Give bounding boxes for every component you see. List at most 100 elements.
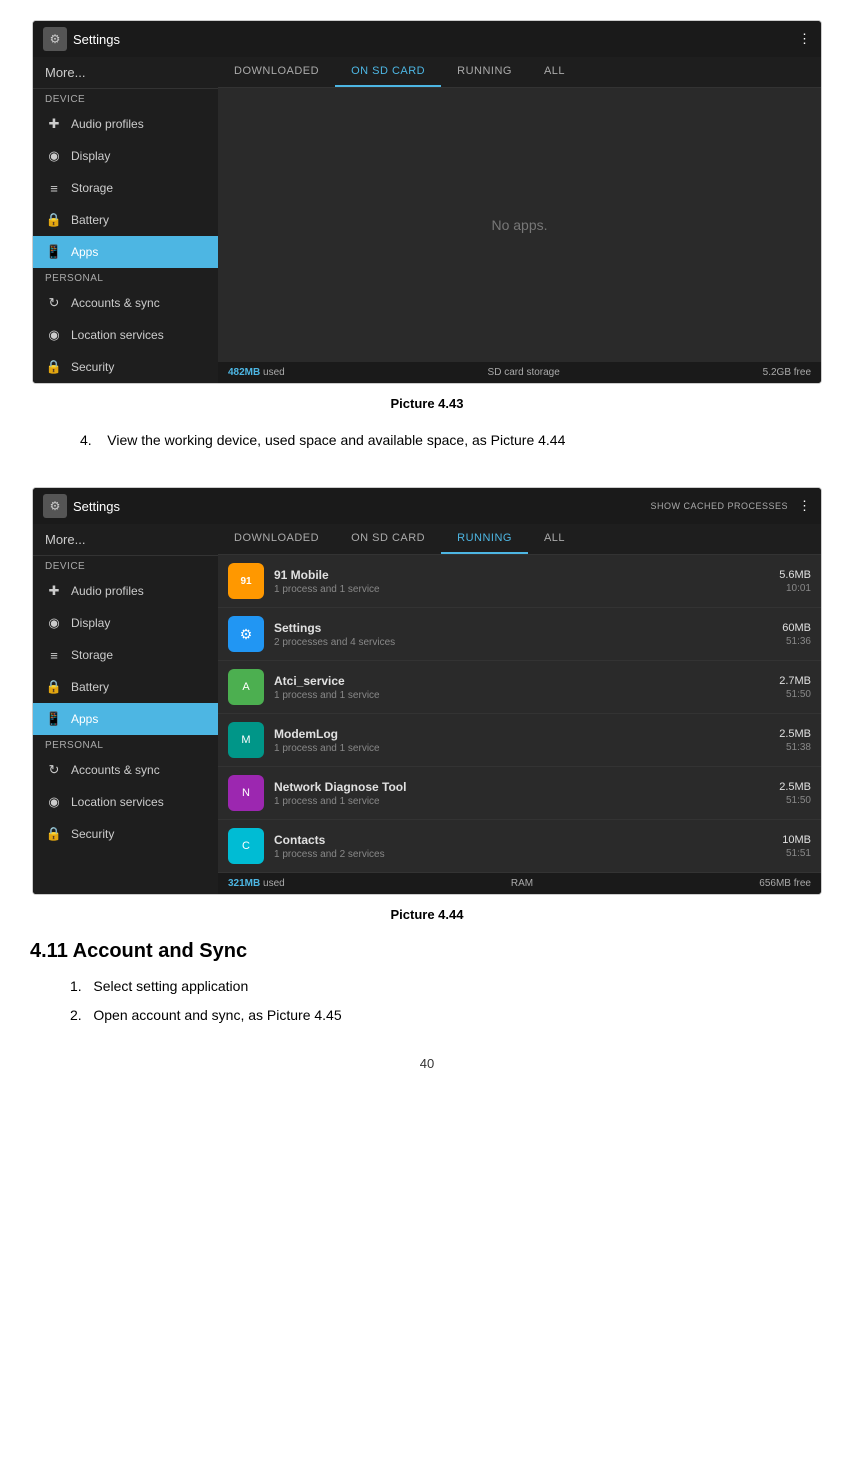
storage-used-2: 321MB used (228, 878, 285, 889)
list-item-2: 2. Open account and sync, as Picture 4.4… (70, 1004, 824, 1026)
display-label-2: Display (71, 616, 110, 630)
storage-label-2: RAM (511, 878, 533, 889)
sidebar-more-1[interactable]: More... (33, 57, 218, 89)
section-heading: 4.11 Account and Sync (30, 940, 824, 963)
tab-downloaded-2[interactable]: DOWNLOADED (218, 524, 335, 554)
location-label-2: Location services (71, 795, 164, 809)
accounts-icon-2: ↻ (45, 761, 63, 779)
location-icon-1: ◉ (45, 326, 63, 344)
right-panel-2: DOWNLOADED ON SD CARD RUNNING ALL 91 91 … (218, 524, 821, 894)
tab-all-1[interactable]: ALL (528, 57, 581, 87)
titlebar-menu-icon-2[interactable]: ⋮ (798, 498, 811, 514)
tab-running-2[interactable]: RUNNING (441, 524, 528, 554)
security-icon-2: 🔒 (45, 825, 63, 843)
apps-label-2: Apps (71, 712, 98, 726)
sidebar-item-accounts-2[interactable]: ↻ Accounts & sync (33, 754, 218, 786)
sidebar-item-apps-1[interactable]: 📱 Apps (33, 236, 218, 268)
sidebar-item-audio-1[interactable]: ✚ Audio profiles (33, 108, 218, 140)
app-size-atci: 2.7MB (779, 675, 811, 687)
sidebar-1: More... DEVICE ✚ Audio profiles ◉ Displa… (33, 57, 218, 383)
app-item-atci[interactable]: A Atci_service 1 process and 1 service 2… (218, 661, 821, 714)
tab-downloaded-1[interactable]: DOWNLOADED (218, 57, 335, 87)
app-size-contacts: 10MB (782, 834, 811, 846)
sidebar-item-accounts-1[interactable]: ↻ Accounts & sync (33, 287, 218, 319)
app-icon-settings: ⚙ (228, 616, 264, 652)
tab-on-sd-card-1[interactable]: ON SD CARD (335, 57, 441, 87)
sidebar-item-location-1[interactable]: ◉ Location services (33, 319, 218, 351)
settings-icon-2: ⚙ (43, 494, 67, 518)
sidebar-item-battery-2[interactable]: 🔒 Battery (33, 671, 218, 703)
apps-icon-1: 📱 (45, 243, 63, 261)
app-item-91mobile[interactable]: 91 91 Mobile 1 process and 1 service 5.6… (218, 555, 821, 608)
titlebar-left-2: ⚙ Settings (43, 494, 120, 518)
app-meta-modemlog: 2.5MB 51:38 (779, 728, 811, 753)
app-item-network[interactable]: N Network Diagnose Tool 1 process and 1 … (218, 767, 821, 820)
titlebar-title-2: Settings (73, 499, 120, 514)
tab-on-sd-card-2[interactable]: ON SD CARD (335, 524, 441, 554)
storage-free-1: 5.2GB free (763, 367, 811, 378)
sidebar-item-security-2[interactable]: 🔒 Security (33, 818, 218, 850)
tab-all-2[interactable]: ALL (528, 524, 581, 554)
app-info-network: Network Diagnose Tool 1 process and 1 se… (274, 780, 769, 807)
titlebar-menu-icon-1[interactable]: ⋮ (798, 31, 811, 47)
audio-icon-1: ✚ (45, 115, 63, 133)
accounts-label-2: Accounts & sync (71, 763, 160, 777)
app-name-network: Network Diagnose Tool (274, 780, 769, 794)
display-icon-2: ◉ (45, 614, 63, 632)
settings-icon-1: ⚙ (43, 27, 67, 51)
app-meta-contacts: 10MB 51:51 (782, 834, 811, 859)
battery-label-1: Battery (71, 213, 109, 227)
apps-icon-2: 📱 (45, 710, 63, 728)
app-detail-modemlog: 1 process and 1 service (274, 743, 769, 754)
storage-bar-2: 321MB used RAM 656MB free (218, 873, 821, 894)
security-label-1: Security (71, 360, 114, 374)
no-apps-text-1: No apps. (218, 88, 821, 362)
audio-label-1: Audio profiles (71, 117, 144, 131)
sidebar-item-battery-1[interactable]: 🔒 Battery (33, 204, 218, 236)
storage-label-1: SD card storage (488, 367, 560, 378)
sidebar-item-storage-2[interactable]: ≡ Storage (33, 639, 218, 671)
app-item-settings[interactable]: ⚙ Settings 2 processes and 4 services 60… (218, 608, 821, 661)
storage-icon-2: ≡ (45, 646, 63, 664)
app-name-modemlog: ModemLog (274, 727, 769, 741)
instruction-1: 4. View the working device, used space a… (80, 429, 794, 451)
list-item-1: 1. Select setting application (70, 975, 824, 997)
app-time-modemlog: 51:38 (779, 742, 811, 753)
app-list-2: 91 91 Mobile 1 process and 1 service 5.6… (218, 555, 821, 873)
sidebar-item-apps-2[interactable]: 📱 Apps (33, 703, 218, 735)
caption-1: Picture 4.43 (30, 396, 824, 411)
storage-used-value-1: 482MB (228, 367, 260, 378)
battery-icon-1: 🔒 (45, 211, 63, 229)
app-info-contacts: Contacts 1 process and 2 services (274, 833, 772, 860)
sidebar-item-location-2[interactable]: ◉ Location services (33, 786, 218, 818)
app-time-contacts: 51:51 (782, 848, 811, 859)
app-item-contacts[interactable]: C Contacts 1 process and 2 services 10MB… (218, 820, 821, 873)
display-label-1: Display (71, 149, 110, 163)
storage-used-1: 482MB used (228, 367, 285, 378)
battery-icon-2: 🔒 (45, 678, 63, 696)
storage-bar-1: 482MB used SD card storage 5.2GB free (218, 362, 821, 383)
app-icon-atci: A (228, 669, 264, 705)
sidebar-more-2[interactable]: More... (33, 524, 218, 556)
accounts-icon-1: ↻ (45, 294, 63, 312)
titlebar-left-1: ⚙ Settings (43, 27, 120, 51)
sidebar-item-audio-2[interactable]: ✚ Audio profiles (33, 575, 218, 607)
storage-free-2: 656MB free (759, 878, 811, 889)
app-time-network: 51:50 (779, 795, 811, 806)
app-detail-contacts: 1 process and 2 services (274, 849, 772, 860)
sidebar-item-display-1[interactable]: ◉ Display (33, 140, 218, 172)
sidebar-item-display-2[interactable]: ◉ Display (33, 607, 218, 639)
app-info-91mobile: 91 Mobile 1 process and 1 service (274, 568, 769, 595)
show-cached-label[interactable]: SHOW CACHED PROCESSES (650, 501, 788, 511)
storage-icon-1: ≡ (45, 179, 63, 197)
app-item-modemlog[interactable]: M ModemLog 1 process and 1 service 2.5MB… (218, 714, 821, 767)
instruction-text-1: View the working device, used space and … (107, 432, 565, 448)
sidebar-item-security-1[interactable]: 🔒 Security (33, 351, 218, 383)
app-icon-contacts: C (228, 828, 264, 864)
app-name-settings: Settings (274, 621, 772, 635)
app-detail-91mobile: 1 process and 1 service (274, 584, 769, 595)
sidebar-item-storage-1[interactable]: ≡ Storage (33, 172, 218, 204)
storage-used-label-2: used (263, 878, 285, 889)
security-label-2: Security (71, 827, 114, 841)
tab-running-1[interactable]: RUNNING (441, 57, 528, 87)
